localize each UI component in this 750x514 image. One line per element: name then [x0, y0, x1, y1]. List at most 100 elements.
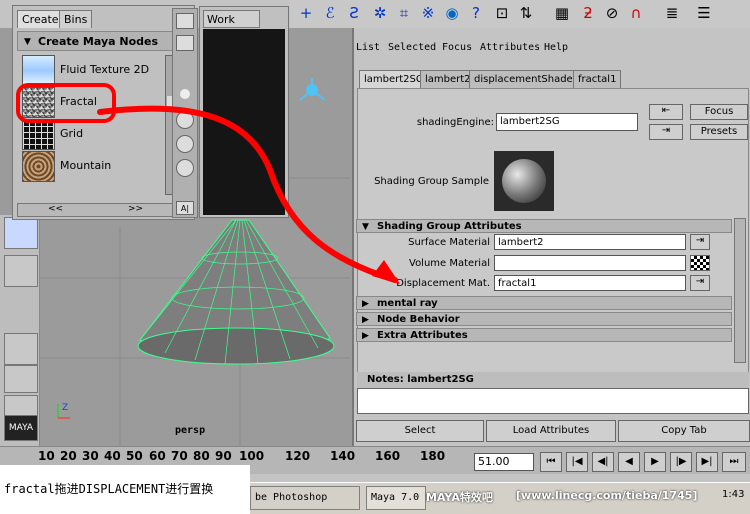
presets-button[interactable]: Presets	[690, 124, 748, 140]
filter-icon[interactable]: ⇅	[516, 3, 536, 23]
grid-icon[interactable]: ▦	[552, 3, 572, 23]
svg-text:Z: Z	[62, 403, 68, 413]
copy-tab-button[interactable]: Copy Tab	[618, 420, 750, 442]
grid-swatch-icon[interactable]	[176, 35, 194, 51]
help-icon[interactable]: ?	[466, 3, 486, 23]
layout-single-icon[interactable]	[4, 333, 38, 365]
work-area-panel: Work Area	[199, 6, 289, 218]
step-forward-frame-icon[interactable]: |▶	[670, 452, 692, 472]
node-grid[interactable]: Grid	[18, 119, 161, 150]
timeline-tick: 70	[171, 449, 188, 463]
xlarge-swatch-icon[interactable]	[176, 159, 194, 177]
cone-mesh	[137, 219, 335, 365]
menu-selected[interactable]: Selected	[388, 42, 436, 53]
surface-material-field[interactable]: lambert2	[494, 234, 686, 250]
tab-create[interactable]: Create	[17, 10, 64, 28]
section-shading-group-attributes[interactable]: ▼ Shading Group Attributes	[356, 219, 732, 233]
notes-label: Notes: lambert2SG	[357, 372, 749, 388]
panel-nav-bar: << >>	[17, 203, 177, 217]
section-mental-ray[interactable]: ▶ mental ray	[356, 296, 732, 310]
play-forwards-icon[interactable]: ▶	[644, 452, 666, 472]
hypershade-create-panel: Create Bins ▼ Create Maya Nodes Fluid Te…	[12, 5, 195, 220]
notes-textarea[interactable]	[357, 388, 749, 414]
menu-help[interactable]: Help	[544, 42, 568, 53]
medium-swatch-icon[interactable]	[176, 111, 194, 129]
nav-left-button[interactable]: <<	[48, 204, 63, 214]
plus-icon[interactable]: +	[296, 3, 316, 23]
transform-manipulator-icon	[299, 78, 326, 101]
volume-material-label: Volume Material	[409, 258, 490, 269]
surface-material-label: Surface Material	[408, 237, 490, 248]
presets-arrow-icon[interactable]: ⇥	[649, 124, 683, 140]
focus-button[interactable]: Focus	[690, 104, 748, 120]
timeline-tick: 30	[82, 449, 99, 463]
surface-material-map-icon[interactable]: ⇥	[690, 234, 710, 250]
collapse-arrow-icon: ▶	[362, 299, 369, 309]
node-fluid-texture-2d[interactable]: Fluid Texture 2D	[18, 55, 161, 86]
link-icon[interactable]: ƻ	[578, 3, 598, 23]
timeline-tick: 180	[420, 449, 446, 463]
step-back-key-icon[interactable]: |◀	[566, 452, 588, 472]
timeline-tick: 160	[375, 449, 401, 463]
step-forward-key-icon[interactable]: ▶|	[696, 452, 718, 472]
current-frame-field[interactable]: 51.00	[474, 453, 534, 471]
select-button[interactable]: Select	[356, 420, 484, 442]
curve-icon[interactable]: Ƨ	[344, 3, 364, 23]
large-swatch-icon[interactable]	[176, 135, 194, 153]
swatch-size-toolbar: A|	[172, 8, 198, 218]
create-maya-nodes-header[interactable]: ▼ Create Maya Nodes	[17, 31, 190, 51]
tab-displacement-shader[interactable]: displacementShader1	[469, 70, 589, 89]
section-node-behavior[interactable]: ▶ Node Behavior	[356, 312, 732, 326]
paint-icon[interactable]: ℰ	[320, 3, 340, 23]
node-mountain[interactable]: Mountain	[18, 151, 161, 182]
small-swatch-icon[interactable]	[180, 89, 190, 99]
tab-lambert2sg[interactable]: lambert2SG	[359, 70, 429, 89]
tab-bins[interactable]: Bins	[59, 10, 93, 28]
system-clock: 1:43	[722, 489, 745, 500]
tab-fractal1[interactable]: fractal1	[573, 70, 622, 89]
play-backwards-icon[interactable]: ◀	[618, 452, 640, 472]
layout-quad-icon[interactable]	[4, 365, 38, 393]
volume-material-field[interactable]	[494, 255, 686, 271]
magnet-icon[interactable]: ⊘	[602, 3, 622, 23]
timeline-tick: 90	[215, 449, 232, 463]
displacement-material-map-icon[interactable]: ⇥	[690, 275, 710, 291]
sphere-swatch-icon[interactable]	[176, 13, 194, 29]
taskbar-item-photoshop[interactable]: be Photoshop	[250, 486, 360, 510]
timeline-tick: 100	[239, 449, 265, 463]
collapse-arrow-icon: ▶	[362, 331, 369, 341]
shader-icon[interactable]: ✲	[370, 3, 390, 23]
go-to-start-icon[interactable]: ⏮	[540, 452, 562, 472]
align-icon[interactable]: ≣	[662, 3, 682, 23]
focus-arrow-icon[interactable]: ⇤	[649, 104, 683, 120]
attribute-editor-menubar: List Selected Focus Attributes Help	[354, 40, 750, 56]
plane-tool-icon[interactable]	[4, 217, 38, 249]
horseshoe-icon[interactable]: ∩	[626, 3, 646, 23]
scale-tool-icon[interactable]	[4, 255, 38, 287]
displacement-material-field[interactable]: fractal1	[494, 275, 686, 291]
axis-indicator-icon: Z	[57, 403, 70, 419]
menu-focus[interactable]: Focus	[442, 42, 472, 53]
sort-az-button[interactable]: A|	[176, 201, 194, 215]
shading-engine-field[interactable]: lambert2SG	[496, 113, 638, 131]
taskbar-item-maya[interactable]: Maya 7.0	[366, 486, 426, 510]
spark-icon[interactable]: ※	[418, 3, 438, 23]
timeline-tick: 120	[285, 449, 311, 463]
attributes-scrollbar[interactable]	[734, 218, 746, 363]
menu-icon[interactable]: ☰	[694, 3, 714, 23]
load-attributes-button[interactable]: Load Attributes	[486, 420, 616, 442]
lock-icon[interactable]: ⊡	[492, 3, 512, 23]
lattice-icon[interactable]: ⌗	[394, 3, 414, 23]
tutorial-caption: fractal拖进DISPLACEMENT进行置换	[0, 465, 250, 514]
volume-material-checker-icon[interactable]	[690, 255, 710, 271]
menu-attributes[interactable]: Attributes	[480, 42, 540, 53]
tab-work-area[interactable]: Work Area	[203, 10, 260, 44]
section-extra-attributes[interactable]: ▶ Extra Attributes	[356, 328, 732, 342]
nav-right-button[interactable]: >>	[128, 204, 143, 214]
go-to-end-icon[interactable]: ⏭	[722, 452, 746, 472]
menu-list[interactable]: List	[356, 42, 380, 53]
sphere-icon[interactable]: ◉	[442, 3, 462, 23]
work-area-canvas[interactable]	[203, 29, 285, 215]
step-back-frame-icon[interactable]: ◀|	[592, 452, 614, 472]
tab-lambert2[interactable]: lambert2	[420, 70, 476, 89]
